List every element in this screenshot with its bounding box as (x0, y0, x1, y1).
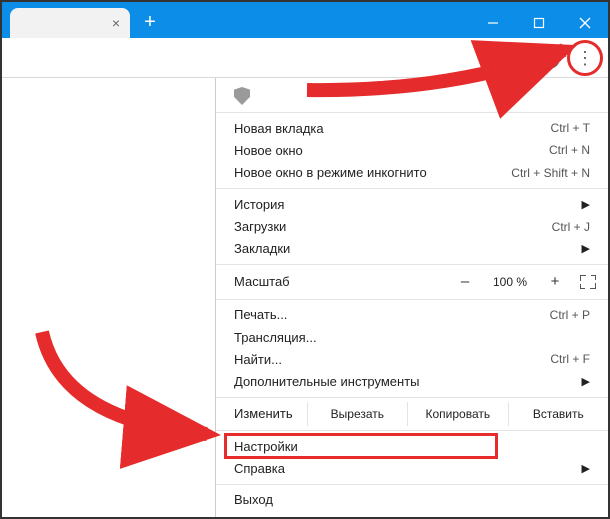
zoom-value: 100 % (486, 275, 534, 289)
menu-label: Справка (234, 461, 285, 476)
toolbar: ☆ ⋮ (2, 38, 608, 78)
extension-row[interactable] (216, 84, 608, 108)
menu-item-new-tab[interactable]: Новая вкладка Ctrl + T (216, 117, 608, 139)
menu-item-settings[interactable]: Настройки (216, 435, 608, 457)
menu-item-find[interactable]: Найти... Ctrl + F (216, 348, 608, 370)
main-menu-button[interactable]: ⋮ (568, 41, 602, 75)
copy-button[interactable]: Копировать (407, 402, 507, 426)
shield-icon (234, 87, 250, 105)
chevron-right-icon: ▶ (582, 462, 590, 475)
menu-label: Трансляция... (234, 330, 317, 345)
chevron-right-icon: ▶ (582, 375, 590, 388)
menu-shortcut: Ctrl + J (552, 220, 590, 234)
window-controls (470, 8, 608, 38)
menu-item-history[interactable]: История ▶ (216, 193, 608, 215)
menu-item-more-tools[interactable]: Дополнительные инструменты ▶ (216, 371, 608, 393)
menu-item-new-window[interactable]: Новое окно Ctrl + N (216, 139, 608, 161)
menu-shortcut: Ctrl + F (550, 352, 590, 366)
window-close-button[interactable] (562, 8, 608, 38)
menu-label: Новое окно в режиме инкогнито (234, 165, 427, 180)
page-viewport (2, 78, 216, 517)
chevron-right-icon: ▶ (582, 198, 590, 211)
menu-label: Новое окно (234, 143, 303, 158)
menu-item-cast[interactable]: Трансляция... (216, 326, 608, 348)
zoom-out-button[interactable]: – (454, 273, 476, 290)
maximize-button[interactable] (516, 8, 562, 38)
menu-shortcut: Ctrl + T (551, 121, 590, 135)
chevron-right-icon: ▶ (582, 242, 590, 255)
menu-label: Настройки (234, 439, 298, 454)
tab-strip: × + (2, 8, 470, 38)
bookmark-star-icon[interactable]: ☆ (514, 47, 530, 68)
annotation-circle (567, 40, 603, 76)
zoom-in-button[interactable]: + (544, 273, 566, 290)
menu-item-incognito[interactable]: Новое окно в режиме инкогнито Ctrl + Shi… (216, 162, 608, 184)
menu-label: Выход (234, 492, 273, 507)
menu-label: Дополнительные инструменты (234, 374, 420, 389)
browser-tab[interactable]: × (10, 8, 130, 38)
zoom-label: Масштаб (234, 274, 444, 289)
tab-close-icon[interactable]: × (112, 15, 120, 31)
menu-item-bookmarks[interactable]: Закладки ▶ (216, 238, 608, 260)
menu-label: Закладки (234, 241, 290, 256)
profile-avatar-icon[interactable] (538, 47, 560, 69)
menu-shortcut: Ctrl + P (550, 308, 590, 322)
minimize-button[interactable] (470, 8, 516, 38)
menu-shortcut: Ctrl + N (549, 143, 590, 157)
menu-item-edit: Изменить Вырезать Копировать Вставить (216, 402, 608, 426)
new-tab-button[interactable]: + (136, 8, 164, 36)
menu-label: Загрузки (234, 219, 286, 234)
title-bar: × + (2, 2, 608, 38)
main-menu: Новая вкладка Ctrl + T Новое окно Ctrl +… (216, 78, 608, 517)
menu-shortcut: Ctrl + Shift + N (511, 166, 590, 180)
address-bar[interactable] (10, 44, 498, 72)
menu-label: Печать... (234, 307, 287, 322)
menu-item-help[interactable]: Справка ▶ (216, 457, 608, 479)
fullscreen-icon[interactable] (580, 275, 596, 289)
menu-label: Новая вкладка (234, 121, 324, 136)
menu-item-print[interactable]: Печать... Ctrl + P (216, 304, 608, 326)
edit-label: Изменить (216, 406, 307, 421)
cut-button[interactable]: Вырезать (307, 402, 407, 426)
paste-button[interactable]: Вставить (508, 402, 608, 426)
menu-item-downloads[interactable]: Загрузки Ctrl + J (216, 215, 608, 237)
menu-item-exit[interactable]: Выход (216, 489, 608, 511)
menu-item-zoom: Масштаб – 100 % + (216, 269, 608, 295)
menu-label: Найти... (234, 352, 282, 367)
content-area: Новая вкладка Ctrl + T Новое окно Ctrl +… (2, 78, 608, 517)
menu-label: История (234, 197, 284, 212)
